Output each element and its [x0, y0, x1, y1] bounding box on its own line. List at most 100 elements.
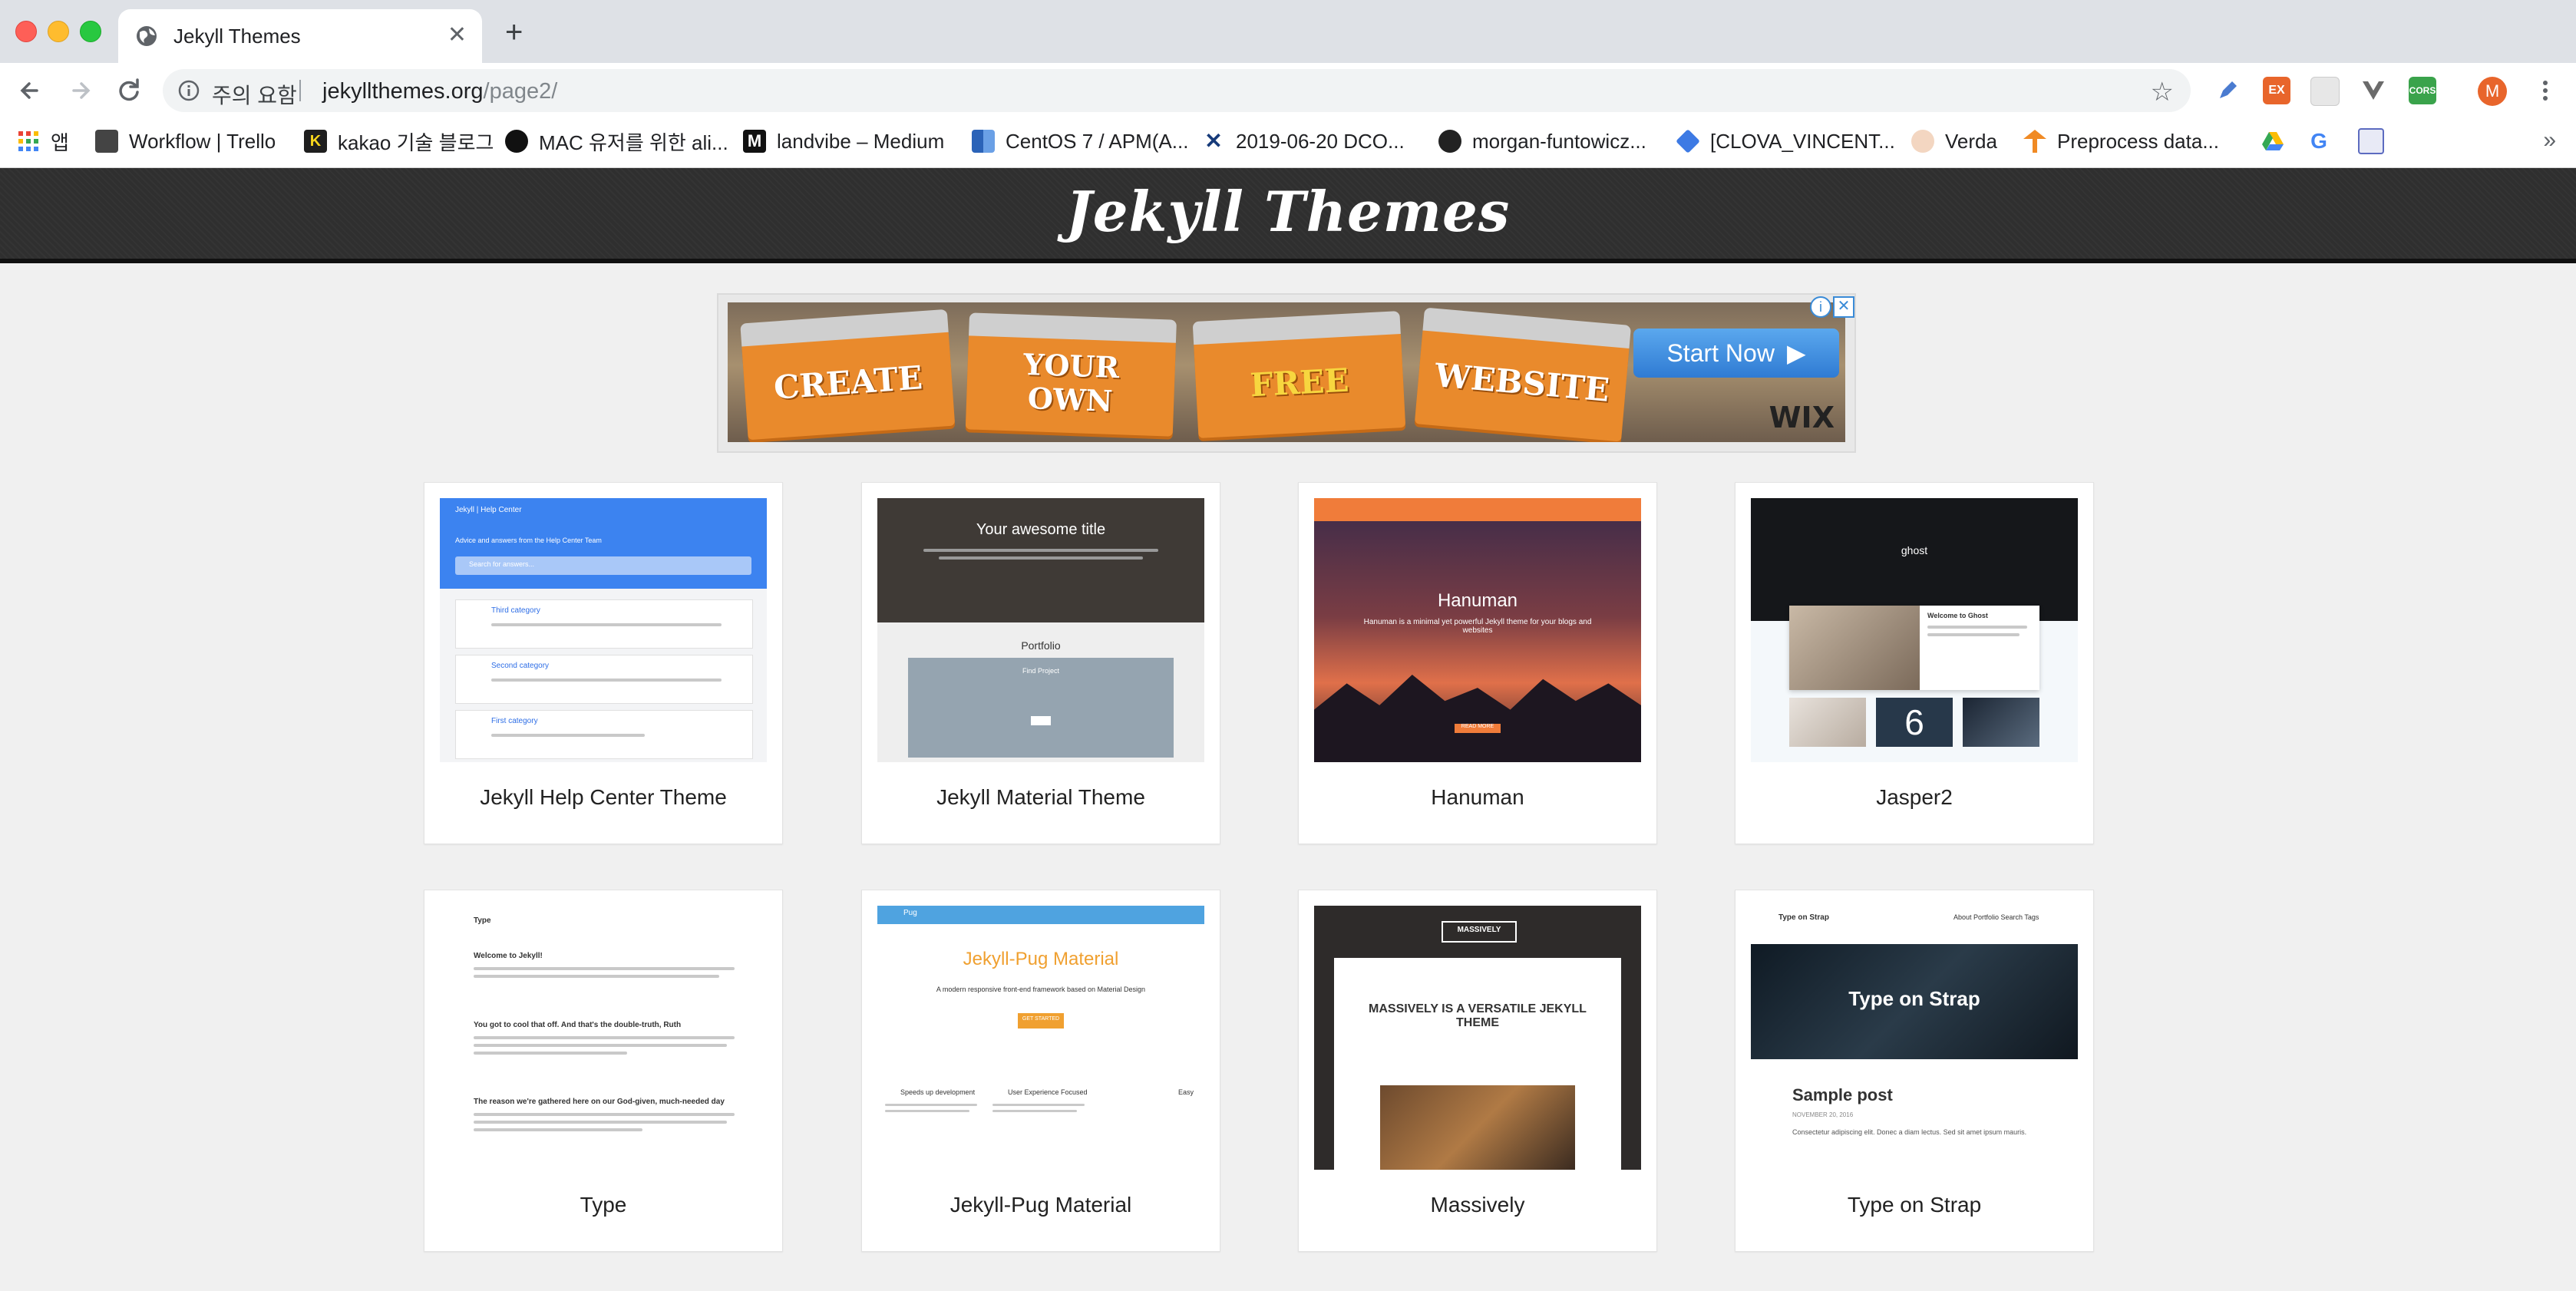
diamond-icon — [1676, 129, 1700, 154]
new-tab-button[interactable]: + — [505, 17, 523, 48]
bookmark-doc[interactable] — [2358, 126, 2395, 157]
menu-kebab-icon[interactable] — [2531, 77, 2559, 104]
thumb-category: Third category — [455, 599, 753, 649]
site-logo-title[interactable]: Jekyll Themes — [0, 179, 2576, 244]
thumb-text: Type — [474, 916, 491, 925]
extension-pen-icon[interactable] — [2214, 77, 2241, 104]
bookmark-label: CentOS 7 / APM(A... — [1006, 129, 1189, 153]
theme-thumbnail[interactable]: Hanuman Hanuman is a minimal yet powerfu… — [1314, 498, 1641, 762]
ad-choices-icon[interactable]: i — [1810, 296, 1831, 318]
thumb-text: Your awesome title — [976, 521, 1106, 538]
site-header: Jekyll Themes — [0, 168, 2576, 263]
ad-close-icon[interactable]: ✕ — [1833, 296, 1854, 318]
thumb-text: Easy — [1178, 1088, 1194, 1096]
close-tab-icon[interactable]: ✕ — [447, 21, 467, 48]
address-bar[interactable]: 주의 요함 jekyllthemes.org/page2/ ☆ — [163, 69, 2191, 112]
thumb-text: About Portfolio Search Tags — [1953, 913, 2039, 921]
bookmark-mac-ali[interactable]: MAC 유저를 위한 ali... — [505, 126, 728, 157]
extension-grid-icon[interactable] — [2310, 77, 2340, 106]
theme-thumbnail[interactable]: Pug Jekyll-Pug Material A modern respons… — [877, 906, 1204, 1170]
theme-thumbnail[interactable]: Jekyll | Help Center Advice and answers … — [440, 498, 767, 762]
theme-name[interactable]: Massively — [1299, 1193, 1656, 1217]
maximize-window-button[interactable] — [80, 21, 101, 42]
play-triangle-icon: ▶ — [1786, 339, 1806, 367]
theme-card[interactable]: Jekyll | Help Center Advice and answers … — [424, 482, 783, 844]
reload-icon[interactable] — [112, 74, 146, 107]
thumb-category: First category — [455, 710, 753, 759]
bookmark-clova[interactable]: [CLOVA_VINCENT... — [1676, 126, 1895, 157]
thumb-text: Third category — [491, 606, 540, 615]
bookmark-star-icon[interactable]: ☆ — [2151, 77, 2174, 107]
extension-vue-icon[interactable] — [2360, 77, 2387, 104]
security-warning[interactable]: 주의 요함 — [212, 79, 297, 110]
theme-name[interactable]: Jekyll Material Theme — [862, 785, 1220, 810]
thumb-text: Welcome to Jekyll! — [474, 952, 543, 960]
profile-avatar[interactable]: M — [2478, 77, 2507, 106]
bookmark-label: Workflow | Trello — [129, 129, 276, 153]
bookmark-centos[interactable]: CentOS 7 / APM(A... — [972, 126, 1188, 157]
theme-thumbnail[interactable]: ghost Welcome to Ghost 6 — [1751, 498, 2078, 762]
thumb-button: READ MORE — [1455, 724, 1501, 733]
browser-toolbar: 주의 요함 jekyllthemes.org/page2/ ☆ EX CORS … — [0, 63, 2576, 118]
bookmark-preprocess[interactable]: Preprocess data... — [2023, 126, 2219, 157]
globe-icon — [137, 26, 157, 46]
forward-arrow-icon[interactable] — [63, 74, 97, 107]
bookmark-kakao[interactable]: K kakao 기술 블로그 — [304, 126, 494, 157]
theme-card[interactable]: Type on Strap About Portfolio Search Tag… — [1735, 890, 2094, 1252]
theme-name[interactable]: Jasper2 — [1735, 785, 2093, 810]
ad-container: CREATE YOUR OWN FREE WEBSITE Start Now ▶… — [717, 293, 1856, 453]
bookmark-github[interactable]: morgan-funtowicz... — [1438, 126, 1646, 157]
theme-name[interactable]: Jekyll Help Center Theme — [424, 785, 782, 810]
theme-card[interactable]: MASSIVELY MASSIVELY IS A VERSATILE JEKYL… — [1298, 890, 1657, 1252]
thumb-text: You got to cool that off. And that's the… — [474, 1021, 682, 1029]
thumb-navbar — [1314, 498, 1641, 521]
theme-card[interactable]: ghost Welcome to Ghost 6 Jasper2 — [1735, 482, 2094, 844]
theme-thumbnail[interactable]: Your awesome title Portfolio Find Projec… — [877, 498, 1204, 762]
close-window-button[interactable] — [15, 21, 37, 42]
verda-icon — [1911, 130, 1934, 153]
url-text[interactable]: jekyllthemes.org/page2/ — [322, 79, 557, 104]
theme-name[interactable]: Jekyll-Pug Material — [862, 1193, 1220, 1217]
theme-card[interactable]: Hanuman Hanuman is a minimal yet powerfu… — [1298, 482, 1657, 844]
extension-ex-icon[interactable]: EX — [2263, 77, 2290, 104]
more-bookmarks-icon[interactable]: » — [2543, 127, 2556, 154]
bookmark-medium[interactable]: M landvibe – Medium — [743, 126, 944, 157]
browser-tab-active[interactable]: Jekyll Themes ✕ — [118, 9, 482, 63]
theme-card[interactable]: Pug Jekyll-Pug Material A modern respons… — [861, 890, 1220, 1252]
bookmark-apps[interactable]: 앱 — [17, 126, 69, 157]
bookmark-label: 앱 — [51, 130, 69, 154]
thumb-feature: Welcome to Ghost — [1789, 606, 2039, 690]
theme-thumbnail[interactable]: MASSIVELY MASSIVELY IS A VERSATILE JEKYL… — [1314, 906, 1641, 1170]
thumb-hero: Type on Strap — [1751, 944, 2078, 1059]
ad-start-now-button[interactable]: Start Now ▶ — [1633, 329, 1839, 378]
thumb-text: READ MORE — [1461, 724, 1494, 729]
confluence-x-icon: ✕ — [1202, 130, 1225, 153]
minimize-window-button[interactable] — [48, 21, 69, 42]
thumb-button: GET STARTED — [1018, 1013, 1064, 1029]
thumb-hero: Your awesome title — [877, 498, 1204, 622]
theme-name[interactable]: Type — [424, 1193, 782, 1217]
thumb-text: Type on Strap — [1778, 913, 1829, 922]
theme-name[interactable]: Hanuman — [1299, 785, 1656, 810]
info-icon[interactable] — [178, 80, 200, 101]
bookmark-verda[interactable]: Verda — [1911, 126, 1997, 157]
ad-folder-free: FREE — [1193, 328, 1406, 438]
theme-thumbnail[interactable]: Type Welcome to Jekyll! You got to cool … — [440, 906, 767, 1170]
ad-folder-create: CREATE — [741, 325, 956, 441]
back-arrow-icon[interactable] — [14, 74, 48, 107]
bookmark-trello[interactable]: Workflow | Trello — [95, 126, 276, 157]
wix-ad-banner[interactable]: CREATE YOUR OWN FREE WEBSITE Start Now ▶… — [728, 302, 1845, 442]
tab-title: Jekyll Themes — [173, 25, 301, 48]
thumb-post — [1789, 698, 1866, 747]
theme-card[interactable]: Your awesome title Portfolio Find Projec… — [861, 482, 1220, 844]
thumb-text: A modern responsive front-end framework … — [936, 986, 1146, 993]
theme-thumbnail[interactable]: Type on Strap About Portfolio Search Tag… — [1751, 906, 2078, 1170]
bookmark-label: morgan-funtowicz... — [1472, 129, 1646, 153]
theme-card[interactable]: Type Welcome to Jekyll! You got to cool … — [424, 890, 783, 1252]
theme-name[interactable]: Type on Strap — [1735, 1193, 2093, 1217]
bookmark-drive[interactable] — [2261, 126, 2295, 157]
extension-cors-icon[interactable]: CORS — [2409, 77, 2436, 104]
bookmark-dco[interactable]: ✕ 2019-06-20 DCO... — [1202, 126, 1405, 157]
bookmark-google[interactable]: G — [2307, 126, 2341, 157]
medium-icon: M — [743, 130, 766, 153]
